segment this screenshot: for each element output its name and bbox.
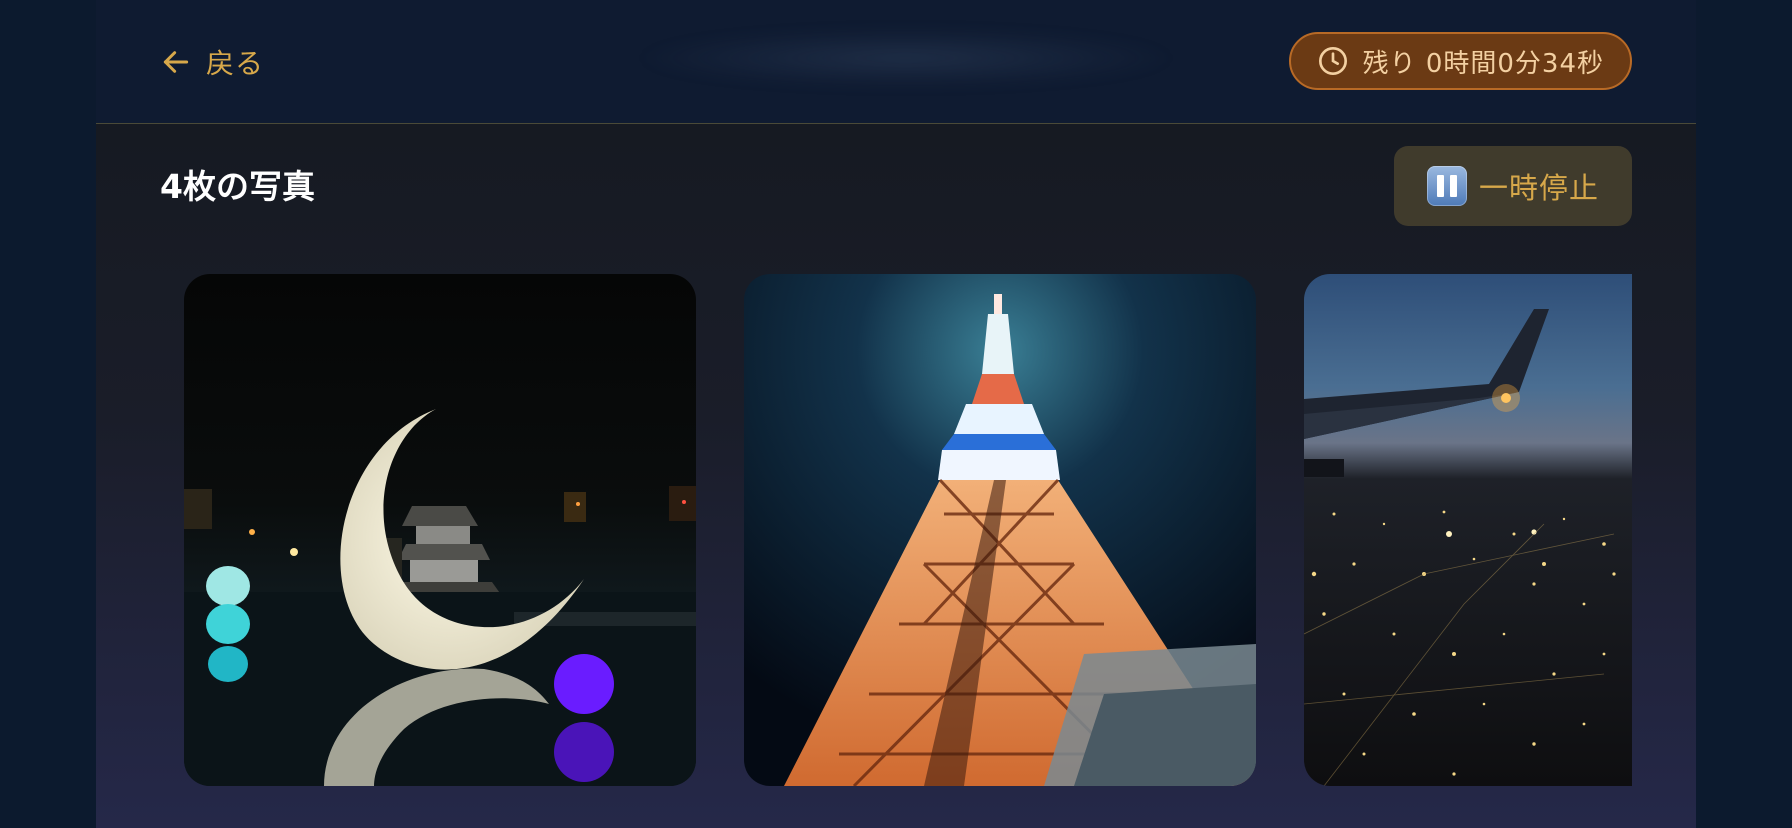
photo-count: 4枚の写真 bbox=[160, 167, 315, 206]
remaining-time-text: 残り 0時間0分34秒 bbox=[1362, 48, 1604, 79]
arrow-left-icon bbox=[163, 51, 189, 73]
header-bar: 戻る 残り 0時間0分34秒 bbox=[96, 0, 1696, 124]
blurred-title bbox=[636, 28, 1176, 88]
app-frame: 戻る 残り 0時間0分34秒 4枚の写真 一時停止 bbox=[96, 0, 1696, 828]
remaining-time-badge: 残り 0時間0分34秒 bbox=[1288, 32, 1632, 90]
pause-label: 一時停止 bbox=[1478, 171, 1599, 205]
pause-button[interactable]: 一時停止 bbox=[1394, 146, 1632, 226]
photo-moon-castle[interactable] bbox=[184, 274, 696, 786]
photo-airplane-wing[interactable] bbox=[1304, 274, 1632, 786]
back-label: 戻る bbox=[206, 47, 265, 80]
clock-icon bbox=[1318, 47, 1347, 75]
pause-icon bbox=[1426, 166, 1467, 206]
back-button[interactable]: 戻る bbox=[160, 42, 264, 82]
photo-tokyo-tower[interactable] bbox=[744, 274, 1256, 786]
photo-carousel[interactable] bbox=[184, 274, 1632, 786]
